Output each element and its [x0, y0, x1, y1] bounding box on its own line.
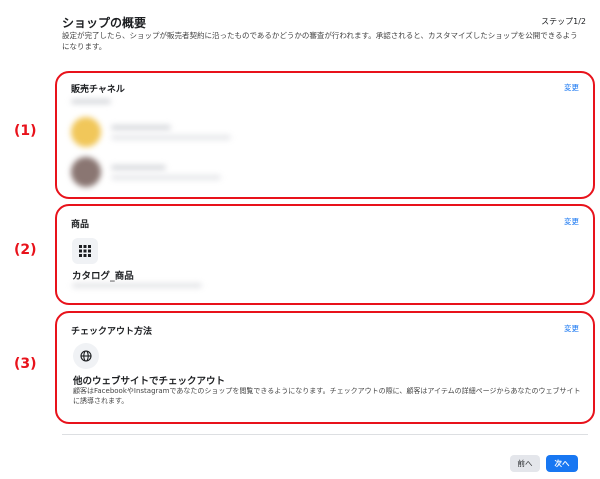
checkout-method-change-link[interactable]: 変更	[564, 323, 579, 334]
redacted-channel-avatar	[71, 157, 101, 187]
redacted-text	[111, 165, 166, 170]
products-card: 商品 変更 カタログ_商品	[55, 204, 595, 305]
checkout-method-name: 他のウェブサイトでチェックアウト	[73, 376, 226, 387]
sales-channel-title: 販売チャネル	[71, 85, 125, 95]
products-title: 商品	[71, 220, 90, 230]
globe-icon	[73, 343, 99, 369]
redacted-text	[71, 99, 111, 104]
checkout-method-title: チェックアウト方法	[71, 327, 153, 337]
callout-label-3: (3)	[14, 356, 37, 372]
redacted-text	[111, 125, 171, 130]
products-change-link[interactable]: 変更	[564, 216, 579, 227]
callout-label-1: (1)	[14, 123, 37, 139]
redacted-channel-avatar	[71, 117, 101, 147]
next-button[interactable]: 次へ	[546, 455, 578, 472]
sales-channel-change-link[interactable]: 変更	[564, 82, 579, 93]
grid-icon	[72, 238, 98, 264]
redacted-text	[111, 175, 221, 180]
checkout-method-description: 顧客はFacebookやInstagramであなたのショップを閲覧できるようにな…	[73, 387, 581, 405]
footer-divider	[62, 434, 588, 435]
previous-button[interactable]: 前へ	[510, 455, 540, 472]
catalog-name: カタログ_商品	[72, 271, 134, 282]
page-title: ショップの概要	[62, 16, 147, 30]
redacted-text	[72, 283, 202, 288]
shop-overview-page: ショップの概要 ステップ1/2 設定が完了したら、ショップが販売者契約に沿ったも…	[0, 0, 600, 479]
step-indicator: ステップ1/2	[541, 17, 586, 26]
checkout-method-card: チェックアウト方法 変更 他のウェブサイトでチェックアウト 顧客はFaceboo…	[55, 311, 595, 424]
redacted-text	[111, 135, 231, 140]
sales-channel-card: 販売チャネル 変更	[55, 71, 595, 199]
page-description: 設定が完了したら、ショップが販売者契約に沿ったものであるかどうかの審査が行われま…	[62, 31, 578, 51]
callout-label-2: (2)	[14, 242, 37, 258]
